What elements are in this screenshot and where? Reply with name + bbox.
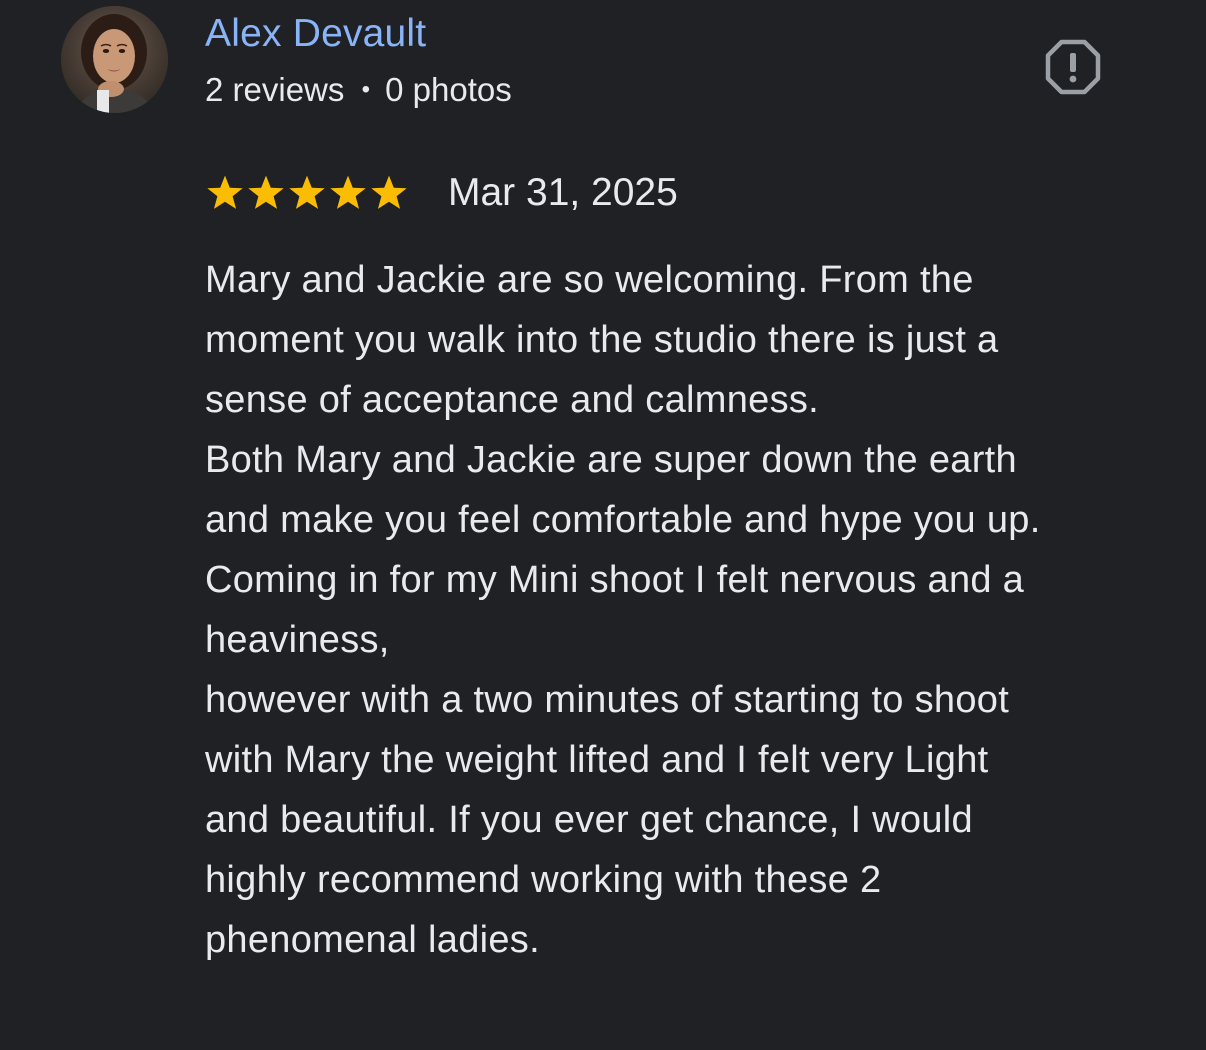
review-text-line: and make you feel comfortable and hype y… [205,499,1041,541]
meta-separator: • [361,76,370,103]
report-octagon-icon [1045,39,1101,95]
review-text-line: sense of acceptance and calmness. [205,379,820,421]
review-card: Alex Devault 2 reviews • 0 photos Mar 31… [0,0,1206,1050]
review-text-line: phenomenal ladies. [205,919,540,961]
review-text-line: Coming in for my Mini shoot I felt nervo… [205,559,1025,601]
star-icon [328,174,368,212]
review-text-line: Both Mary and Jackie are super down the … [205,439,1017,481]
review-text-line: heaviness, [205,619,390,661]
review-body: Mary and Jackie are so welcoming. From t… [205,250,1165,970]
star-icon [287,174,327,212]
review-text-line: highly recommend working with these 2 [205,859,882,901]
report-review-button[interactable] [1042,36,1104,98]
review-text-line: with Mary the weight lifted and I felt v… [205,739,989,781]
user-avatar-photo [61,6,168,113]
review-text-line: and beautiful. If you ever get chance, I… [205,799,973,841]
review-text-line: moment you walk into the studio there is… [205,319,999,361]
author-avatar[interactable] [61,6,168,113]
author-stats: 2 reviews • 0 photos [205,69,512,111]
star-rating [205,174,410,212]
review-text-line: however with a two minutes of starting t… [205,679,1010,721]
star-icon [246,174,286,212]
star-icon [369,174,409,212]
review-date: Mar 31, 2025 [448,171,678,214]
reviews-count: 2 reviews [205,71,345,108]
star-icon [205,174,245,212]
review-text-line: Mary and Jackie are so welcoming. From t… [205,259,974,301]
author-name-link[interactable]: Alex Devault [205,10,426,58]
rating-row: Mar 31, 2025 [205,170,678,216]
photos-count: 0 photos [385,71,512,108]
